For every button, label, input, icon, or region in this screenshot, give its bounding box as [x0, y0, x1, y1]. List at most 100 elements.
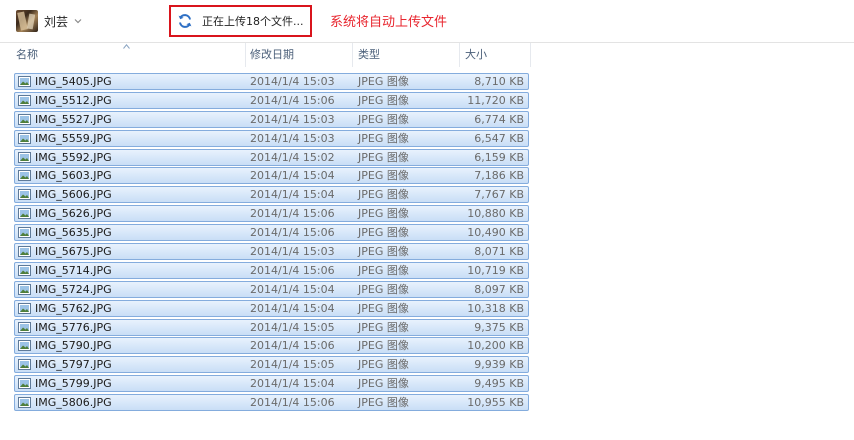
file-row[interactable]: IMG_5635.JPG 2014/1/4 15:06 JPEG 图像 10,4… — [14, 224, 529, 242]
file-row[interactable]: IMG_5806.JPG 2014/1/4 15:06 JPEG 图像 10,9… — [14, 394, 529, 412]
file-name: IMG_5635.JPG — [35, 226, 112, 240]
column-divider[interactable] — [352, 43, 353, 67]
image-file-icon — [18, 302, 31, 314]
file-name: IMG_5806.JPG — [35, 396, 112, 410]
file-type: JPEG 图像 — [358, 377, 409, 391]
file-row[interactable]: IMG_5527.JPG 2014/1/4 15:03 JPEG 图像 6,77… — [14, 110, 529, 128]
file-row[interactable]: IMG_5675.JPG 2014/1/4 15:03 JPEG 图像 8,07… — [14, 243, 529, 261]
image-file-icon — [18, 378, 31, 390]
file-name: IMG_5592.JPG — [35, 150, 112, 164]
column-header-name[interactable]: 名称 — [16, 43, 38, 67]
file-row[interactable]: IMG_5724.JPG 2014/1/4 15:04 JPEG 图像 8,09… — [14, 280, 529, 298]
file-date: 2014/1/4 15:06 — [250, 339, 335, 353]
file-size: 6,547 KB — [474, 131, 524, 145]
file-name: IMG_5790.JPG — [35, 339, 112, 353]
column-divider[interactable] — [459, 43, 460, 67]
image-file-icon — [18, 113, 31, 125]
file-size: 10,318 KB — [467, 301, 524, 315]
file-date: 2014/1/4 15:05 — [250, 358, 335, 372]
file-row[interactable]: IMG_5626.JPG 2014/1/4 15:06 JPEG 图像 10,8… — [14, 205, 529, 223]
file-row[interactable]: IMG_5559.JPG 2014/1/4 15:03 JPEG 图像 6,54… — [14, 129, 529, 147]
file-date: 2014/1/4 15:03 — [250, 245, 335, 259]
file-size: 6,159 KB — [474, 150, 524, 164]
file-type: JPEG 图像 — [358, 245, 409, 259]
image-file-icon — [18, 246, 31, 258]
file-type: JPEG 图像 — [358, 320, 409, 334]
upload-status-text: 正在上传18个文件... — [202, 15, 304, 28]
image-file-icon — [18, 76, 31, 87]
file-date: 2014/1/4 15:06 — [250, 93, 335, 107]
file-row[interactable]: IMG_5512.JPG 2014/1/4 15:06 JPEG 图像 11,7… — [14, 91, 529, 109]
file-size: 7,186 KB — [474, 169, 524, 183]
column-header: 名称 修改日期 类型 大小 — [0, 42, 854, 67]
file-type: JPEG 图像 — [358, 301, 409, 315]
file-name: IMG_5675.JPG — [35, 245, 112, 259]
file-row[interactable]: IMG_5606.JPG 2014/1/4 15:04 JPEG 图像 7,76… — [14, 186, 529, 204]
image-file-icon — [18, 359, 31, 371]
file-date: 2014/1/4 15:06 — [250, 263, 335, 277]
file-type: JPEG 图像 — [358, 339, 409, 353]
file-row[interactable]: IMG_5797.JPG 2014/1/4 15:05 JPEG 图像 9,93… — [14, 356, 529, 374]
file-date: 2014/1/4 15:02 — [250, 150, 335, 164]
file-size: 8,710 KB — [474, 75, 524, 88]
file-row[interactable]: IMG_5603.JPG 2014/1/4 15:04 JPEG 图像 7,18… — [14, 167, 529, 185]
image-file-icon — [18, 151, 31, 163]
column-header-type[interactable]: 类型 — [358, 43, 380, 67]
file-name: IMG_5559.JPG — [35, 131, 112, 145]
file-row[interactable]: IMG_5799.JPG 2014/1/4 15:04 JPEG 图像 9,49… — [14, 375, 529, 393]
file-size: 10,490 KB — [467, 226, 524, 240]
file-name: IMG_5714.JPG — [35, 263, 112, 277]
image-file-icon — [18, 283, 31, 295]
file-type: JPEG 图像 — [358, 112, 409, 126]
file-name: IMG_5626.JPG — [35, 207, 112, 221]
sort-ascending-icon — [123, 44, 130, 49]
user-menu[interactable]: 刘芸 — [16, 10, 82, 32]
column-header-size[interactable]: 大小 — [465, 43, 487, 67]
file-type: JPEG 图像 — [358, 282, 409, 296]
file-type: JPEG 图像 — [358, 226, 409, 240]
image-file-icon — [18, 170, 31, 182]
file-size: 8,071 KB — [474, 245, 524, 259]
file-date: 2014/1/4 15:05 — [250, 320, 335, 334]
file-row[interactable]: IMG_5405.JPG 2014/1/4 15:03 JPEG 图像 8,71… — [14, 73, 529, 90]
image-file-icon — [18, 340, 31, 352]
file-name: IMG_5603.JPG — [35, 169, 112, 183]
file-size: 8,097 KB — [474, 282, 524, 296]
file-row[interactable]: IMG_5714.JPG 2014/1/4 15:06 JPEG 图像 10,7… — [14, 261, 529, 279]
file-date: 2014/1/4 15:03 — [250, 75, 335, 88]
image-file-icon — [18, 227, 31, 239]
file-row[interactable]: IMG_5776.JPG 2014/1/4 15:05 JPEG 图像 9,37… — [14, 318, 529, 336]
file-type: JPEG 图像 — [358, 75, 409, 88]
annotation-text: 系统将自动上传文件 — [330, 15, 448, 30]
file-row[interactable]: IMG_5790.JPG 2014/1/4 15:06 JPEG 图像 10,2… — [14, 337, 529, 355]
image-file-icon — [18, 189, 31, 201]
file-row[interactable]: IMG_5592.JPG 2014/1/4 15:02 JPEG 图像 6,15… — [14, 148, 529, 166]
column-divider[interactable] — [530, 43, 531, 67]
file-date: 2014/1/4 15:06 — [250, 396, 335, 410]
file-date: 2014/1/4 15:06 — [250, 226, 335, 240]
file-type: JPEG 图像 — [358, 150, 409, 164]
file-list: IMG_5405.JPG 2014/1/4 15:03 JPEG 图像 8,71… — [14, 73, 529, 413]
file-size: 10,200 KB — [467, 339, 524, 353]
column-divider[interactable] — [245, 43, 246, 67]
image-file-icon — [18, 94, 31, 106]
file-date: 2014/1/4 15:06 — [250, 207, 335, 221]
file-date: 2014/1/4 15:04 — [250, 377, 335, 391]
chevron-down-icon — [74, 19, 82, 24]
file-type: JPEG 图像 — [358, 93, 409, 107]
file-size: 7,767 KB — [474, 188, 524, 202]
file-name: IMG_5606.JPG — [35, 188, 112, 202]
file-name: IMG_5405.JPG — [35, 75, 112, 88]
file-type: JPEG 图像 — [358, 263, 409, 277]
column-header-date[interactable]: 修改日期 — [250, 43, 294, 67]
file-size: 11,720 KB — [467, 93, 524, 107]
image-file-icon — [18, 264, 31, 276]
file-size: 6,774 KB — [474, 112, 524, 126]
file-type: JPEG 图像 — [358, 188, 409, 202]
avatar — [16, 10, 38, 32]
file-row[interactable]: IMG_5762.JPG 2014/1/4 15:04 JPEG 图像 10,3… — [14, 299, 529, 317]
upload-status-button[interactable]: 正在上传18个文件... — [169, 5, 312, 37]
file-name: IMG_5799.JPG — [35, 377, 112, 391]
file-date: 2014/1/4 15:04 — [250, 169, 335, 183]
file-size: 9,495 KB — [474, 377, 524, 391]
